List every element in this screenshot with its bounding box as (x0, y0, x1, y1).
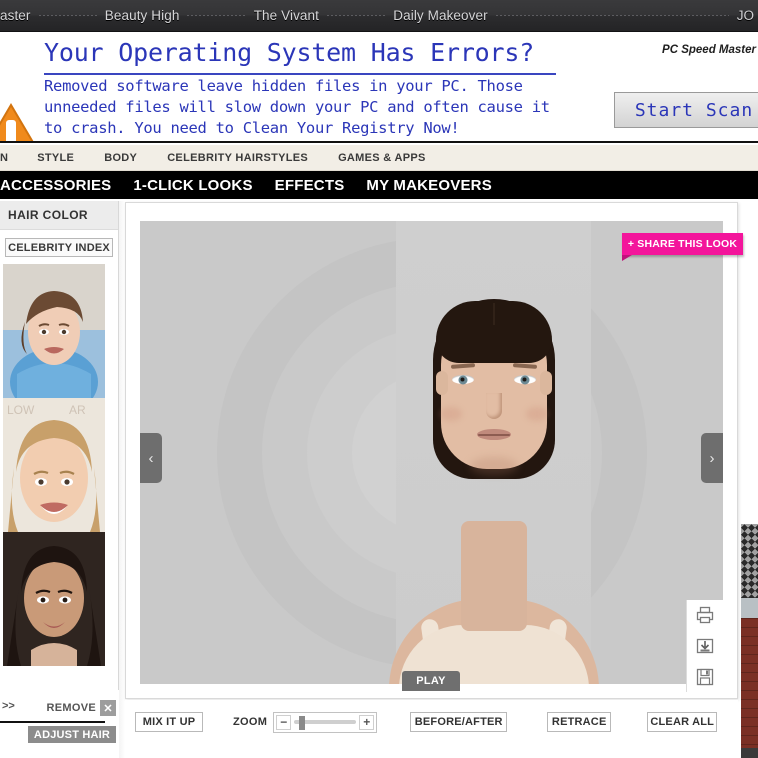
editor-toolbar: MIX IT UP ZOOM − + BEFORE/AFTER RETRACE … (125, 700, 758, 744)
side-ad-brick (741, 618, 758, 748)
partner-dots-2 (187, 15, 246, 16)
remove-label: REMOVE (46, 702, 96, 714)
ad-body-line-3: to crash. You need to Clean Your Registr… (44, 119, 460, 137)
save-disk-icon[interactable] (695, 667, 715, 687)
ad-body: Removed software leave hidden files in y… (44, 76, 606, 139)
cheek-left (439, 407, 462, 421)
partner-dots-4 (495, 15, 729, 16)
app-nav-item-effects[interactable]: EFFECTS (275, 177, 345, 194)
svg-text:LOW: LOW (7, 403, 35, 417)
photo-stage[interactable] (140, 221, 723, 684)
print-icon[interactable] (695, 605, 715, 625)
svg-text:AR: AR (69, 403, 86, 417)
app-nav-item-1-click-looks[interactable]: 1-CLICK LOOKS (133, 177, 252, 194)
hair-color-sidebar: HAIR COLOR CELEBRITY INDEX LOW AR >> REM… (0, 201, 119, 758)
cheek-right (525, 407, 548, 421)
mix-it-up-button[interactable]: MIX IT UP (135, 712, 203, 732)
celebrity-thumb-2-icon: LOW AR (3, 398, 105, 532)
start-scan-button[interactable]: Start Scan (614, 92, 758, 128)
nose (486, 393, 502, 419)
zoom-in-button[interactable]: + (359, 714, 375, 730)
ad-brand-label: PC Speed Master (662, 44, 756, 56)
partner-account-label[interactable]: JO (737, 8, 758, 23)
ad-body-line-1: Removed software leave hidden files in y… (44, 77, 523, 95)
list-item[interactable] (3, 264, 105, 398)
ad-banner[interactable]: Your Operating System Has Errors? Remove… (0, 32, 758, 143)
eye-right (513, 375, 536, 384)
side-ad-band (741, 598, 758, 618)
previous-look-arrow[interactable]: ‹ (140, 433, 162, 483)
sidebar-footer: >> REMOVE ✕ ADJUST HAIR (0, 690, 119, 758)
list-item[interactable]: LOW AR (3, 398, 105, 532)
zoom-out-button[interactable]: − (276, 714, 292, 730)
site-nav-item-n[interactable]: N (0, 152, 8, 164)
side-ad-fence (741, 524, 758, 598)
app-nav: ACCESSORIES 1-CLICK LOOKS EFFECTS MY MAK… (0, 171, 758, 199)
app-nav-item-accessories[interactable]: ACCESSORIES (0, 177, 111, 194)
partner-dots-1 (38, 15, 97, 16)
ear-right (539, 371, 552, 395)
remove-close-icon[interactable]: ✕ (100, 700, 116, 716)
next-look-arrow[interactable]: › (701, 433, 723, 483)
remove-row: REMOVE ✕ (0, 698, 119, 718)
side-ad-image[interactable] (741, 524, 758, 758)
site-nav-item-celebrity-hairstyles[interactable]: CELEBRITY HAIRSTYLES (167, 152, 308, 164)
ad-body-line-2: unneeded files will slow down your PC an… (44, 98, 550, 116)
neck (460, 521, 527, 631)
site-nav-item-body[interactable]: BODY (104, 152, 137, 164)
photo-subject-column (388, 221, 599, 684)
app-nav-item-my-makeovers[interactable]: MY MAKEOVERS (366, 177, 491, 194)
sidebar-divider (0, 721, 105, 723)
warning-triangle-icon (0, 103, 35, 143)
ad-divider (44, 73, 556, 75)
partner-link-aster[interactable]: aster (0, 8, 31, 23)
ad-bottom-rule (0, 141, 758, 143)
partner-link-the-vivant[interactable]: The Vivant (254, 8, 319, 23)
clear-all-button[interactable]: CLEAR ALL (647, 712, 718, 732)
side-ad-bottom (741, 748, 758, 758)
celebrity-thumb-1-icon (3, 264, 105, 398)
celebrity-thumb-3-icon (3, 532, 105, 666)
zoom-label: ZOOM (233, 716, 268, 728)
subject-portrait (388, 221, 599, 684)
eye-left (451, 375, 474, 384)
celebrity-thumbnail-list: LOW AR (3, 264, 105, 666)
partner-dots-3 (327, 15, 386, 16)
page-root: aster Beauty High The Vivant Daily Makeo… (0, 0, 758, 758)
celebrity-index-button[interactable]: CELEBRITY INDEX (5, 238, 113, 257)
zoom-slider-handle[interactable] (299, 715, 306, 730)
chin-shading (469, 457, 518, 475)
zoom-control[interactable]: − + (273, 711, 378, 733)
ad-headline: Your Operating System Has Errors? (44, 38, 535, 67)
zoom-slider[interactable] (294, 715, 357, 730)
canvas-tool-column (686, 600, 723, 692)
mouth-line (477, 434, 510, 436)
play-button[interactable]: PLAY (402, 671, 460, 691)
hair-part (492, 303, 495, 325)
ear-left (435, 371, 448, 395)
sidebar-title: HAIR COLOR (0, 201, 118, 230)
before-after-button[interactable]: BEFORE/AFTER (410, 712, 508, 732)
list-item[interactable] (3, 532, 105, 666)
partner-link-beauty-high[interactable]: Beauty High (105, 8, 180, 23)
adjust-hair-button[interactable]: ADJUST HAIR (28, 726, 116, 743)
retrace-button[interactable]: RETRACE (547, 712, 612, 732)
site-nav-item-style[interactable]: STYLE (37, 152, 74, 164)
partner-link-daily-makeover[interactable]: Daily Makeover (393, 8, 487, 23)
site-nav-item-games-apps[interactable]: GAMES & APPS (338, 152, 426, 164)
site-nav: N STYLE BODY CELEBRITY HAIRSTYLES GAMES … (0, 145, 758, 171)
partner-bar: aster Beauty High The Vivant Daily Makeo… (0, 0, 758, 32)
share-this-look-button[interactable]: + SHARE THIS LOOK (622, 233, 743, 255)
download-icon[interactable] (695, 636, 715, 656)
